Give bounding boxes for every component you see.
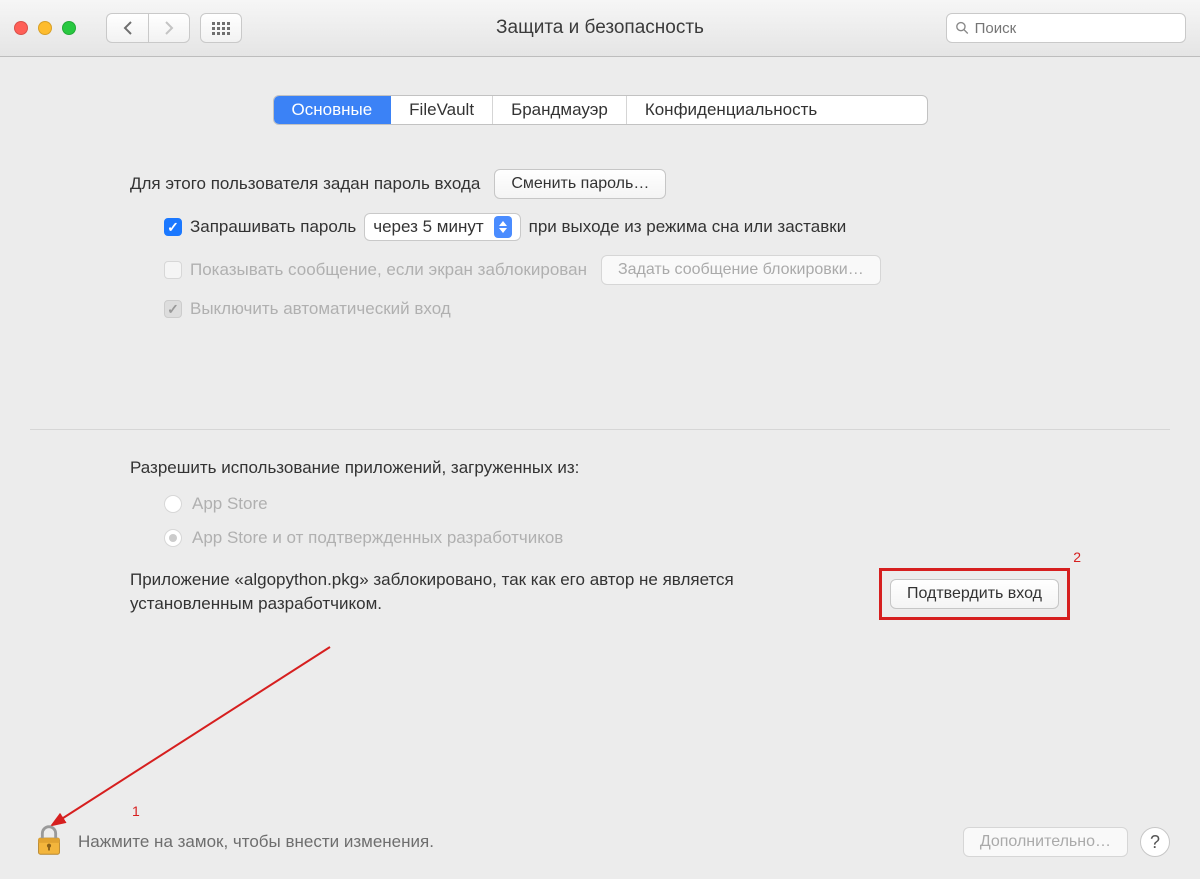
tab-general[interactable]: Основные: [274, 96, 392, 124]
close-window[interactable]: [14, 21, 28, 35]
advanced-button: Дополнительно…: [963, 827, 1128, 857]
back-button[interactable]: [106, 13, 148, 43]
require-password-label: Запрашивать пароль: [190, 217, 356, 237]
nav-buttons: [106, 13, 190, 43]
show-lock-message-checkbox: [164, 261, 182, 279]
annotation-arrow: [40, 642, 340, 832]
help-button[interactable]: ?: [1140, 827, 1170, 857]
lock-hint-text: Нажмите на замок, чтобы внести изменения…: [78, 832, 434, 852]
disable-autologin-label: Выключить автоматический вход: [190, 299, 451, 319]
radio-appstore-label: App Store: [192, 494, 268, 514]
require-password-delay-value: через 5 минут: [373, 217, 483, 237]
allow-apps-label: Разрешить использование приложений, загр…: [130, 458, 1070, 478]
show-all-button[interactable]: [200, 13, 242, 43]
annotation-number-2: 2: [1073, 549, 1081, 565]
blocked-app-message: Приложение «algopython.pkg» заблокирован…: [130, 568, 879, 616]
require-password-suffix: при выходе из режима сна или заставки: [529, 217, 847, 237]
minimize-window[interactable]: [38, 21, 52, 35]
radio-appstore-identified-label: App Store и от подтвержденных разработчи…: [192, 528, 563, 548]
radio-appstore: [164, 495, 182, 513]
window-controls: [14, 21, 76, 35]
require-password-delay-select[interactable]: через 5 минут: [364, 213, 520, 241]
change-password-button[interactable]: Сменить пароль…: [494, 169, 666, 199]
set-lock-message-button: Задать сообщение блокировки…: [601, 255, 881, 285]
tab-firewall[interactable]: Брандмауэр: [493, 96, 627, 124]
search-field[interactable]: [946, 13, 1186, 43]
tab-filevault[interactable]: FileVault: [391, 96, 493, 124]
lock-icon[interactable]: [30, 821, 68, 864]
search-input[interactable]: [975, 20, 1177, 37]
search-icon: [955, 20, 970, 36]
zoom-window[interactable]: [62, 21, 76, 35]
select-arrows-icon: [494, 216, 512, 238]
section-divider: [30, 429, 1170, 430]
forward-button[interactable]: [148, 13, 190, 43]
require-password-checkbox[interactable]: [164, 218, 182, 236]
radio-appstore-identified: [164, 529, 182, 547]
annotation-highlight-2: 2 Подтвердить вход: [879, 568, 1070, 620]
show-lock-message-label: Показывать сообщение, если экран заблоки…: [190, 260, 587, 280]
tab-privacy[interactable]: Конфиденциальность: [627, 96, 835, 124]
footer-bar: Нажмите на замок, чтобы внести изменения…: [0, 805, 1200, 879]
confirm-open-button[interactable]: Подтвердить вход: [890, 579, 1059, 609]
window-toolbar: Защита и безопасность: [0, 0, 1200, 57]
grid-icon: [212, 22, 230, 35]
password-set-label: Для этого пользователя задан пароль вход…: [130, 174, 480, 194]
disable-autologin-checkbox: [164, 300, 182, 318]
tab-bar: Основные FileVault Брандмауэр Конфиденци…: [273, 95, 928, 125]
